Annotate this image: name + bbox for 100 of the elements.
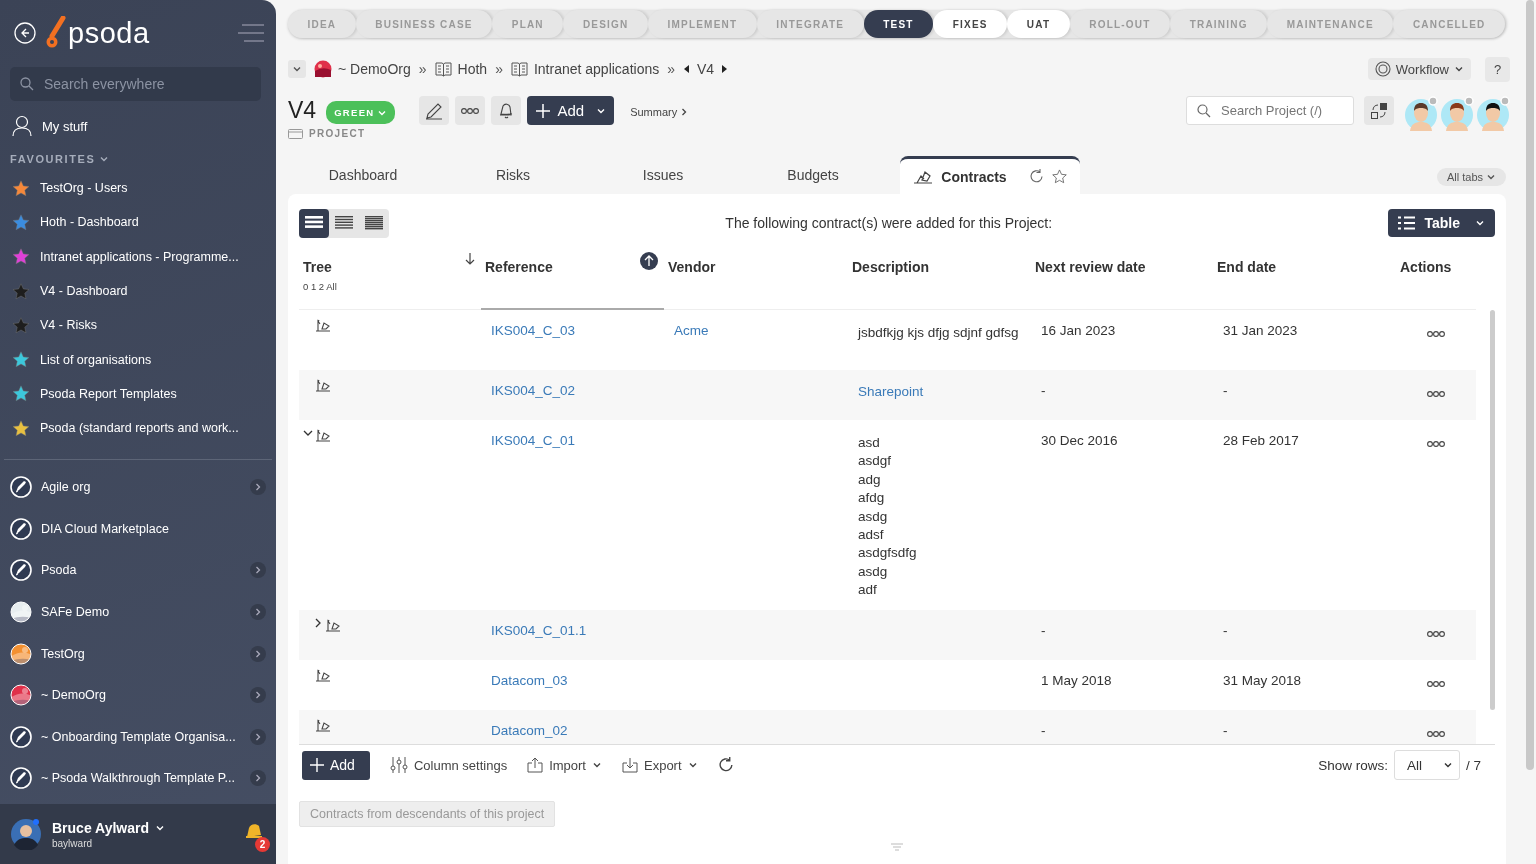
tab[interactable]: Risks (438, 156, 588, 194)
expand-icon[interactable] (313, 617, 323, 628)
workflow-button[interactable]: Workflow (1367, 58, 1471, 80)
tab[interactable]: Issues (588, 156, 738, 194)
collapse-icon[interactable] (303, 428, 313, 438)
breadcrumb-link[interactable]: ~ DemoOrg (314, 60, 411, 78)
expand-button[interactable] (250, 770, 266, 787)
user-avatar[interactable] (10, 818, 42, 850)
summary-link[interactable]: Summary (630, 106, 689, 118)
column-header[interactable]: End date (1217, 259, 1277, 275)
more-icon[interactable] (1426, 440, 1446, 448)
tab[interactable]: Contracts (900, 156, 1080, 194)
expand-button[interactable] (250, 687, 266, 704)
column-header[interactable]: Description (852, 259, 929, 275)
add-button[interactable]: Add (527, 96, 615, 125)
column-header[interactable]: Actions (1400, 259, 1452, 275)
export-button[interactable]: Export (622, 757, 698, 773)
resize-handle-icon[interactable] (891, 843, 903, 851)
all-tabs-button[interactable]: All tabs (1436, 168, 1506, 186)
favourite-item[interactable]: Hoth - Dashboard (0, 205, 276, 240)
search-field[interactable]: Search Project (/) (1186, 96, 1354, 125)
dropdown-button[interactable] (288, 60, 306, 78)
column-header[interactable]: Reference (485, 259, 553, 275)
description-link[interactable]: Sharepoint (858, 383, 1021, 402)
expand-button[interactable] (250, 728, 266, 745)
more-icon[interactable] (1426, 390, 1446, 398)
organisation-item[interactable]: Agile org (0, 466, 276, 508)
organisation-item[interactable]: SAFe Demo (0, 591, 276, 633)
favourite-item[interactable]: Intranet applications - Programme... (0, 239, 276, 274)
caret-icon (1486, 172, 1496, 182)
column-header[interactable]: Tree (303, 259, 332, 275)
tab[interactable]: Budgets (738, 156, 888, 194)
edit-button[interactable] (419, 96, 450, 125)
avatar-icon[interactable] (1476, 96, 1510, 132)
sort-arrow-icon[interactable] (465, 253, 475, 265)
favourite-item[interactable]: TestOrg - Users (0, 171, 276, 206)
organisation-item[interactable]: Psoda (0, 549, 276, 592)
search-input[interactable]: Search Project (/) (1219, 102, 1343, 119)
stage-tab[interactable]: TEST (863, 10, 934, 38)
refresh-icon[interactable] (717, 757, 734, 773)
search-field[interactable]: Search everywhere (10, 67, 261, 101)
view-mode-button[interactable] (299, 208, 329, 238)
reference-link[interactable]: Datacom_02 (491, 722, 568, 738)
column-header[interactable]: Vendor (668, 259, 716, 275)
organisation-item[interactable]: ~ Psoda Walkthrough Template P... (0, 757, 276, 800)
switch-button[interactable] (1364, 96, 1394, 125)
more-icon[interactable] (1426, 629, 1446, 638)
user-login: baylward (52, 837, 94, 849)
organisation-item[interactable]: TestOrg (0, 632, 276, 675)
column-header[interactable]: Next review date (1035, 259, 1146, 275)
stage-tab[interactable]: FIXES (933, 10, 1008, 38)
favourite-item[interactable]: Psoda (standard reports and work... (0, 411, 276, 446)
favourite-item[interactable]: V4 - Dashboard (0, 273, 276, 309)
breadcrumb-link[interactable]: Intranet applications (510, 61, 660, 77)
favourite-item[interactable]: V4 - Risks (0, 308, 276, 343)
next-icon[interactable] (722, 64, 729, 74)
expand-button[interactable] (250, 479, 266, 496)
avatar-icon[interactable] (1440, 96, 1474, 132)
reference-link[interactable]: IKS004_C_03 (491, 323, 576, 338)
back-icon[interactable] (14, 22, 36, 44)
refresh-icon[interactable] (1028, 169, 1044, 184)
avatar-icon[interactable] (1404, 96, 1438, 132)
tree-level-links[interactable]: 0 1 2 All (303, 281, 337, 292)
favourite-item[interactable]: Psoda Report Templates (0, 376, 276, 412)
table-cell-text: - (1222, 721, 1229, 740)
search-input[interactable]: Search everywhere (42, 75, 246, 93)
tab[interactable]: Dashboard (288, 156, 438, 194)
user-name[interactable]: Bruce Aylward (52, 819, 149, 836)
column-settings-button[interactable]: Column settings (389, 756, 508, 774)
reference-link[interactable]: IKS004_C_01.1 (491, 622, 587, 638)
more-icon[interactable] (1426, 330, 1446, 338)
organisation-item[interactable]: ~ DemoOrg (0, 674, 276, 716)
organisation-item[interactable]: ~ Onboarding Template Organisa... (0, 715, 276, 758)
project-title: V4 (288, 96, 317, 124)
import-button[interactable]: Import (527, 757, 602, 773)
breadcrumb-link[interactable]: Hoth (434, 61, 488, 77)
expand-button[interactable] (250, 603, 266, 620)
more-icon[interactable] (1426, 679, 1446, 688)
scrollbar[interactable] (1490, 310, 1495, 710)
expand-button[interactable] (250, 645, 266, 662)
favourite-item[interactable]: List of organisations (0, 342, 276, 377)
help-button[interactable]: ? (1485, 56, 1510, 82)
table-view-button[interactable]: Table (1388, 209, 1495, 237)
reference-link[interactable]: IKS004_C_01 (491, 433, 576, 448)
add-button[interactable]: Add (302, 750, 370, 780)
reference-link[interactable]: IKS004_C_02 (491, 383, 576, 398)
vendor-link[interactable]: Acme (674, 323, 709, 338)
previous-icon[interactable] (683, 64, 690, 74)
expand-button[interactable] (250, 562, 266, 579)
more-icon[interactable] (1426, 729, 1446, 738)
more-icon[interactable] (460, 106, 481, 115)
stage-tab[interactable]: UAT (1007, 10, 1070, 38)
watch-button[interactable] (491, 96, 522, 125)
reference-link[interactable]: Datacom_03 (491, 672, 568, 688)
my-stuff-link[interactable]: My stuff (0, 101, 276, 145)
scrollbar[interactable] (1526, 0, 1534, 770)
organisation-item[interactable]: DIA Cloud Marketplace (0, 507, 276, 550)
more-button[interactable] (455, 96, 486, 125)
star-icon[interactable] (1051, 169, 1067, 184)
rows-dropdown[interactable]: All (1394, 750, 1460, 780)
